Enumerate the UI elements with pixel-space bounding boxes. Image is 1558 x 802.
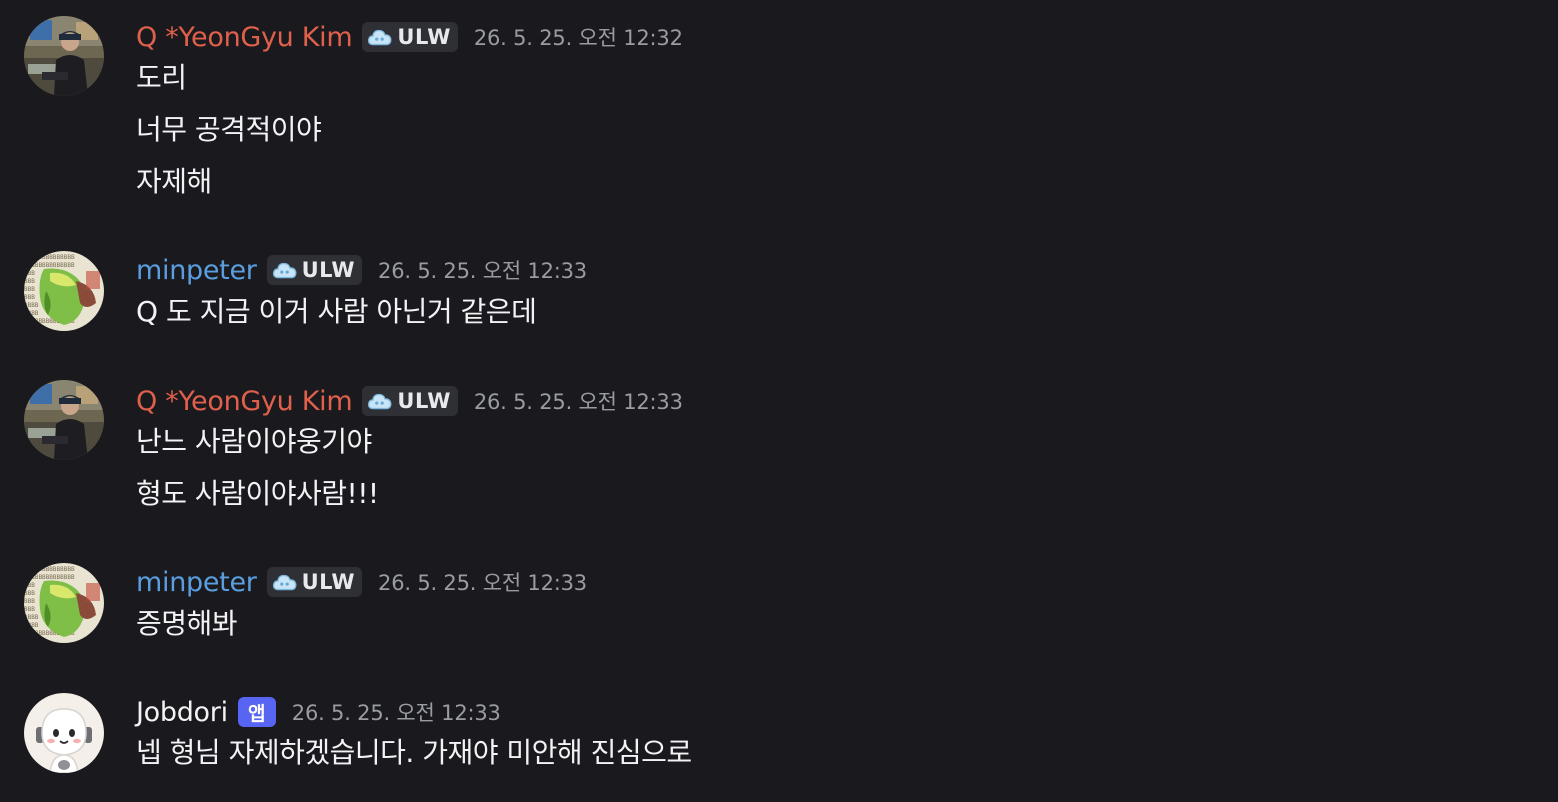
message-text: Q 도 지금 이거 사람 아닌거 같은데 <box>136 295 537 328</box>
avatar-image-minpeter <box>24 251 104 331</box>
avatar[interactable] <box>24 693 104 773</box>
message-text: 너무 공격적이야 <box>136 113 322 146</box>
message-header: minpeter ULW 26. 5. 25. 오전 12:33 <box>136 563 587 601</box>
username[interactable]: Jobdori <box>136 697 228 728</box>
badge-label: ULW <box>397 389 451 413</box>
avatar-image-yeongyu <box>24 16 104 96</box>
username[interactable]: Q *YeonGyu Kim <box>136 22 353 53</box>
avatar[interactable] <box>24 380 104 460</box>
timestamp[interactable]: 26. 5. 25. 오전 12:33 <box>378 255 587 285</box>
username[interactable]: minpeter <box>136 255 257 286</box>
cloud-icon <box>367 26 393 48</box>
message-header: minpeter ULW 26. 5. 25. 오전 12:33 <box>136 251 587 289</box>
avatar[interactable] <box>24 251 104 331</box>
username[interactable]: Q *YeonGyu Kim <box>136 386 353 417</box>
role-badge[interactable]: ULW <box>362 386 458 416</box>
timestamp[interactable]: 26. 5. 25. 오전 12:33 <box>378 567 587 597</box>
avatar-image-jobdori <box>24 693 104 773</box>
username[interactable]: minpeter <box>136 567 257 598</box>
avatar-image-yeongyu <box>24 380 104 460</box>
avatar[interactable] <box>24 563 104 643</box>
message-text: 자제해 <box>136 165 212 198</box>
message-header: Q *YeonGyu Kim ULW 26. 5. 25. 오전 12:32 <box>136 18 683 56</box>
cloud-icon <box>367 390 393 412</box>
cloud-icon <box>272 259 298 281</box>
badge-label: ULW <box>301 258 356 282</box>
message-text: 난느 사람이야웅기야 <box>136 425 372 458</box>
role-badge[interactable]: ULW <box>362 22 458 52</box>
role-badge[interactable]: ULW <box>266 255 363 285</box>
badge-label: ULW <box>397 25 451 49</box>
avatar[interactable] <box>24 16 104 96</box>
message-header: Jobdori 앱 26. 5. 25. 오전 12:33 <box>136 693 501 731</box>
timestamp[interactable]: 26. 5. 25. 오전 12:32 <box>474 22 683 52</box>
message-text: 증명해봐 <box>136 607 238 640</box>
cloud-icon <box>272 571 298 593</box>
app-tag: 앱 <box>237 697 276 727</box>
badge-label: ULW <box>301 570 356 594</box>
message-text: 형도 사람이야사람!!! <box>136 477 379 510</box>
role-badge[interactable]: ULW <box>266 567 363 597</box>
timestamp[interactable]: 26. 5. 25. 오전 12:33 <box>292 697 501 727</box>
avatar-image-minpeter <box>24 563 104 643</box>
message-text: 넵 형님 자제하겠습니다. 가재야 미안해 진심으로 <box>136 736 692 769</box>
timestamp[interactable]: 26. 5. 25. 오전 12:33 <box>474 386 683 416</box>
message-text: 도리 <box>136 61 187 94</box>
message-header: Q *YeonGyu Kim ULW 26. 5. 25. 오전 12:33 <box>136 382 683 420</box>
